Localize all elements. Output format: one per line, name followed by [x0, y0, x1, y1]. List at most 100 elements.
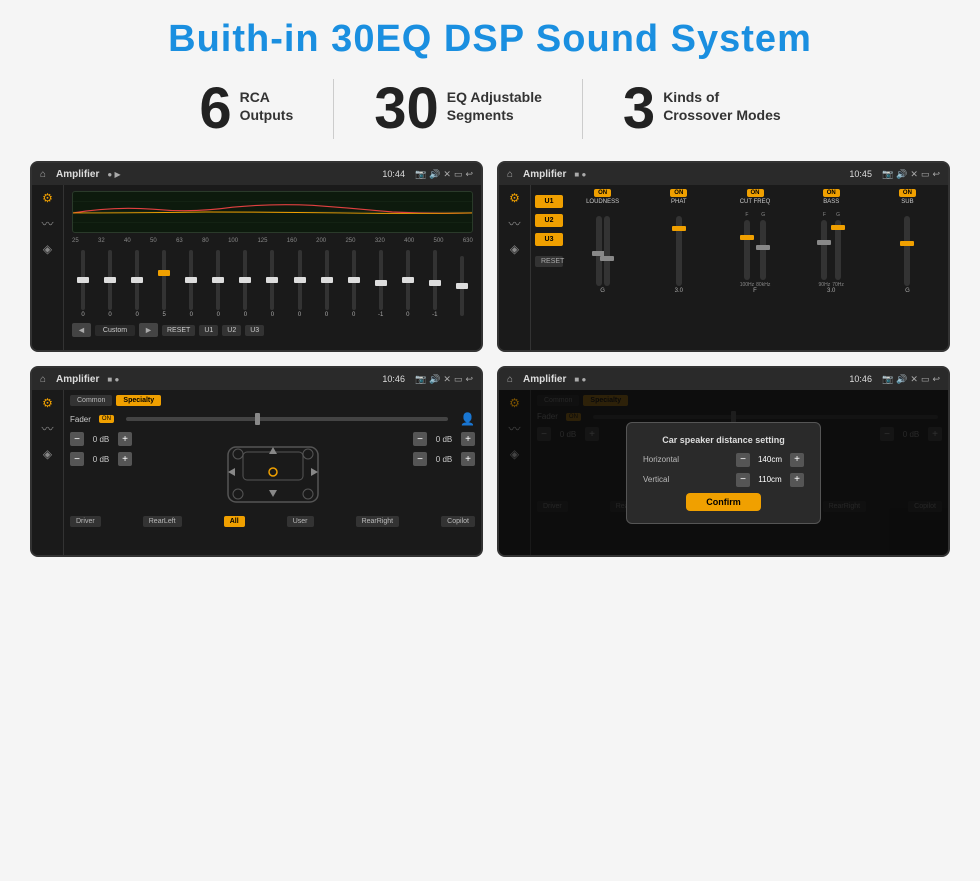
- dialog-time: 10:46: [849, 374, 872, 384]
- btn-copilot[interactable]: Copilot: [441, 516, 475, 527]
- vol-rr-value: 0 dB: [430, 455, 458, 464]
- confirm-button[interactable]: Confirm: [686, 493, 761, 511]
- close-icon: ✕: [443, 169, 451, 180]
- dialog-home-icon[interactable]: ⌂: [507, 374, 513, 385]
- eq-slider-7: 0: [234, 250, 256, 318]
- eq-slider-9: 0: [289, 250, 311, 318]
- vertical-control: − 110cm +: [736, 473, 804, 487]
- vol-fr-plus[interactable]: +: [461, 432, 475, 446]
- dialog-title-bar: Amplifier: [523, 374, 566, 385]
- vol-fl-minus[interactable]: −: [70, 432, 84, 446]
- crossover-preset-u2[interactable]: U2: [535, 214, 563, 227]
- freq-25: 25: [72, 238, 79, 244]
- crossover-sidebar-3[interactable]: ◈: [510, 242, 519, 256]
- vol-rr-plus[interactable]: +: [461, 452, 475, 466]
- freq-250: 250: [345, 238, 355, 244]
- fader-camera-icon: 📷: [415, 374, 426, 385]
- eq-sidebar-icon-1[interactable]: ⚙: [42, 191, 53, 205]
- eq-reset-btn[interactable]: RESET: [162, 325, 195, 336]
- btn-user[interactable]: User: [287, 516, 314, 527]
- vertical-plus-btn[interactable]: +: [790, 473, 804, 487]
- dialog-camera-icon: 📷: [882, 374, 893, 385]
- stat-eq: 30 EQ AdjustableSegments: [334, 80, 582, 138]
- fader-tabs: Common Specialty: [70, 395, 475, 406]
- eq-custom-btn[interactable]: Custom: [95, 325, 135, 336]
- vol-rr-minus[interactable]: −: [413, 452, 427, 466]
- btn-rearleft[interactable]: RearLeft: [143, 516, 182, 527]
- volume-icon: 🔊: [429, 169, 440, 180]
- speaker-layout-section: − 0 dB + − 0 dB +: [70, 432, 475, 512]
- vol-rl-minus[interactable]: −: [70, 452, 84, 466]
- stat-rca-number: 6: [199, 80, 231, 138]
- crossover-sidebar-1[interactable]: ⚙: [509, 191, 520, 205]
- crossover-window-icon: ▭: [921, 169, 930, 180]
- stat-rca-label: RCAOutputs: [240, 80, 294, 124]
- horizontal-plus-btn[interactable]: +: [790, 453, 804, 467]
- vol-rr: − 0 dB +: [413, 452, 475, 466]
- fader-sidebar-1[interactable]: ⚙: [42, 396, 53, 410]
- eq-sidebar-icon-2[interactable]: 〰: [41, 215, 53, 232]
- crossover-preset-u1[interactable]: U1: [535, 195, 563, 208]
- vol-left: − 0 dB + − 0 dB +: [70, 432, 132, 512]
- tab-common[interactable]: Common: [70, 395, 112, 406]
- distance-dialog-overlay: Car speaker distance setting Horizontal …: [499, 390, 948, 555]
- eq-u1-btn[interactable]: U1: [199, 325, 218, 336]
- vol-fr-minus[interactable]: −: [413, 432, 427, 446]
- eq-sliders-row: 0 0 0 5: [72, 248, 473, 318]
- stat-rca: 6 RCAOutputs: [159, 80, 333, 138]
- eq-slider-14: -1: [424, 250, 446, 318]
- crossover-home-icon[interactable]: ⌂: [507, 169, 513, 180]
- tab-specialty[interactable]: Specialty: [116, 395, 161, 406]
- fader-sidebar-2[interactable]: 〰: [41, 420, 53, 437]
- eq-sidebar: ⚙ 〰 ◈: [32, 185, 64, 350]
- crossover-sidebar-2[interactable]: 〰: [508, 215, 520, 232]
- bass-on[interactable]: ON: [823, 189, 840, 197]
- vertical-label: Vertical: [643, 475, 698, 484]
- eq-u3-btn[interactable]: U3: [245, 325, 264, 336]
- horizontal-minus-btn[interactable]: −: [736, 453, 750, 467]
- stat-crossover-label: Kinds ofCrossover Modes: [663, 80, 780, 124]
- btn-driver[interactable]: Driver: [70, 516, 101, 527]
- loudness-on[interactable]: ON: [594, 189, 611, 197]
- phat-on[interactable]: ON: [670, 189, 687, 197]
- eq-sidebar-icon-3[interactable]: ◈: [43, 242, 52, 256]
- vol-rl-plus[interactable]: +: [118, 452, 132, 466]
- cutfreq-val: F: [753, 288, 757, 294]
- crossover-content: ⚙ 〰 ◈ U1 U2 U3 RESET ON LOU: [499, 185, 948, 350]
- crossover-reset[interactable]: RESET: [535, 256, 563, 267]
- vertical-value: 110cm: [754, 475, 786, 484]
- fader-home-icon[interactable]: ⌂: [40, 374, 46, 385]
- page-container: Buith-in 30EQ DSP Sound System 6 RCAOutp…: [0, 0, 980, 577]
- sub-on[interactable]: ON: [899, 189, 916, 197]
- bass-val: 3.0: [827, 288, 835, 294]
- btn-all[interactable]: All: [224, 516, 245, 527]
- crossover-preset-u3[interactable]: U3: [535, 233, 563, 246]
- eq-time: 10:44: [382, 169, 405, 179]
- eq-next-btn[interactable]: ►: [139, 323, 158, 337]
- cutfreq-on[interactable]: ON: [747, 189, 764, 197]
- fader-slider[interactable]: [126, 417, 448, 421]
- eq-prev-btn[interactable]: ◄: [72, 323, 91, 337]
- eq-slider-15: [451, 256, 473, 318]
- freq-500: 500: [434, 238, 444, 244]
- stat-crossover-number: 3: [623, 80, 655, 138]
- vol-fr: − 0 dB +: [413, 432, 475, 446]
- eq-slider-10: 0: [316, 250, 338, 318]
- fader-on-badge[interactable]: ON: [99, 415, 114, 423]
- crossover-col-bass: ON BASS F 90Hz: [795, 189, 868, 346]
- fader-label: Fader: [70, 415, 91, 424]
- btn-rearright[interactable]: RearRight: [356, 516, 400, 527]
- home-icon[interactable]: ⌂: [40, 169, 46, 180]
- phat-val: 3.0: [675, 288, 683, 294]
- fader-screen: ⌂ Amplifier ■ ● 10:46 📷 🔊 ✕ ▭ ↩ ⚙ 〰 ◈: [30, 366, 483, 557]
- vol-fl-plus[interactable]: +: [118, 432, 132, 446]
- crossover-screen: ⌂ Amplifier ■ ● 10:45 📷 🔊 ✕ ▭ ↩ ⚙ 〰 ◈: [497, 161, 950, 352]
- eq-u2-btn[interactable]: U2: [222, 325, 241, 336]
- crossover-controls: ON LOUDNESS G: [566, 189, 944, 346]
- fader-sidebar-3[interactable]: ◈: [43, 447, 52, 461]
- vol-rl-value: 0 dB: [87, 455, 115, 464]
- vertical-minus-btn[interactable]: −: [736, 473, 750, 487]
- dialog-volume-icon: 🔊: [896, 374, 907, 385]
- crossover-col-sub: ON SUB G: [871, 189, 944, 346]
- vol-right: − 0 dB + − 0 dB +: [413, 432, 475, 512]
